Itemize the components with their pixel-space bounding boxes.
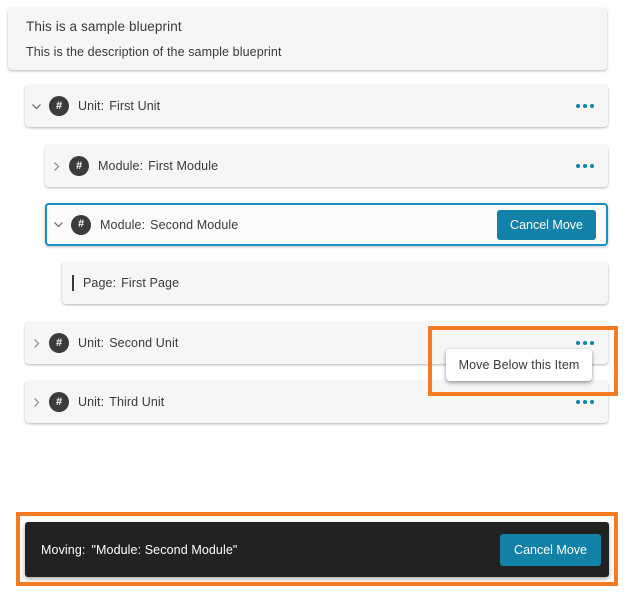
cancel-move-button-row[interactable]: Cancel Move	[497, 210, 596, 240]
more-options-icon[interactable]	[576, 400, 594, 404]
tree-row-label: Module: First Module	[98, 159, 218, 173]
tree-row-name: Second Unit	[109, 336, 178, 350]
vertical-bar-icon	[72, 275, 74, 291]
snackbar-container: Moving: "Module: Second Module" Cancel Mo…	[16, 512, 618, 586]
moving-snackbar: Moving: "Module: Second Module" Cancel Mo…	[25, 522, 609, 577]
snackbar-target: "Module: Second Module"	[91, 543, 237, 557]
hash-badge-icon: #	[49, 392, 69, 412]
chevron-down-icon[interactable]	[25, 85, 47, 127]
hash-badge-icon: #	[69, 156, 89, 176]
menu-item-move-below-this-item[interactable]: Move Below this Item	[459, 358, 580, 372]
more-options-icon[interactable]	[576, 164, 594, 168]
tree-row-name: First Page	[121, 276, 179, 290]
tree-row-label: Page: First Page	[83, 276, 179, 290]
more-options-icon[interactable]	[576, 341, 594, 345]
hash-badge-icon: #	[49, 333, 69, 353]
tree-row-kind: Unit:	[78, 99, 104, 113]
chevron-right-icon[interactable]	[45, 145, 67, 187]
tree-row-label: Module: Second Module	[100, 218, 238, 232]
tree-row-name: First Unit	[109, 99, 160, 113]
chevron-down-icon[interactable]	[47, 205, 69, 244]
tree-row-kind: Module:	[98, 159, 143, 173]
blueprint-description: This is the description of the sample bl…	[26, 44, 589, 61]
tree-row-name: Second Module	[150, 218, 238, 232]
context-menu[interactable]: Move Below this Item	[446, 349, 592, 381]
tree-row-label: Unit: First Unit	[78, 99, 160, 113]
hash-badge-icon: #	[49, 96, 69, 116]
hash-badge-icon: #	[71, 215, 91, 235]
chevron-right-icon[interactable]	[25, 322, 47, 364]
snackbar-label: Moving:	[41, 543, 85, 557]
tree-row-name: First Module	[148, 159, 218, 173]
tree-row-kind: Module:	[100, 218, 145, 232]
tree-row-kind: Page:	[83, 276, 116, 290]
tree-row-kind: Unit:	[78, 336, 104, 350]
blueprint-editor: This is a sample blueprint This is the d…	[0, 0, 634, 598]
tree-row-module-second[interactable]: # Module: Second Module Cancel Move	[45, 203, 608, 246]
tree-row-label: Unit: Third Unit	[78, 395, 164, 409]
snackbar-text: Moving: "Module: Second Module"	[41, 543, 237, 557]
tree-row-label: Unit: Second Unit	[78, 336, 178, 350]
more-options-icon[interactable]	[576, 104, 594, 108]
page-title: This is a sample blueprint	[26, 17, 589, 36]
tree-row-name: Third Unit	[109, 395, 164, 409]
tree-row-kind: Unit:	[78, 395, 104, 409]
tree-row-unit-first[interactable]: # Unit: First Unit	[25, 85, 608, 127]
tree-row-module-first[interactable]: # Module: First Module	[45, 145, 608, 187]
chevron-right-icon[interactable]	[25, 381, 47, 423]
cancel-move-button-snackbar[interactable]: Cancel Move	[500, 534, 601, 566]
tree-row-page-first[interactable]: Page: First Page	[62, 262, 608, 304]
blueprint-header-card: This is a sample blueprint This is the d…	[8, 8, 607, 70]
tree-row-unit-third[interactable]: # Unit: Third Unit	[25, 381, 608, 423]
